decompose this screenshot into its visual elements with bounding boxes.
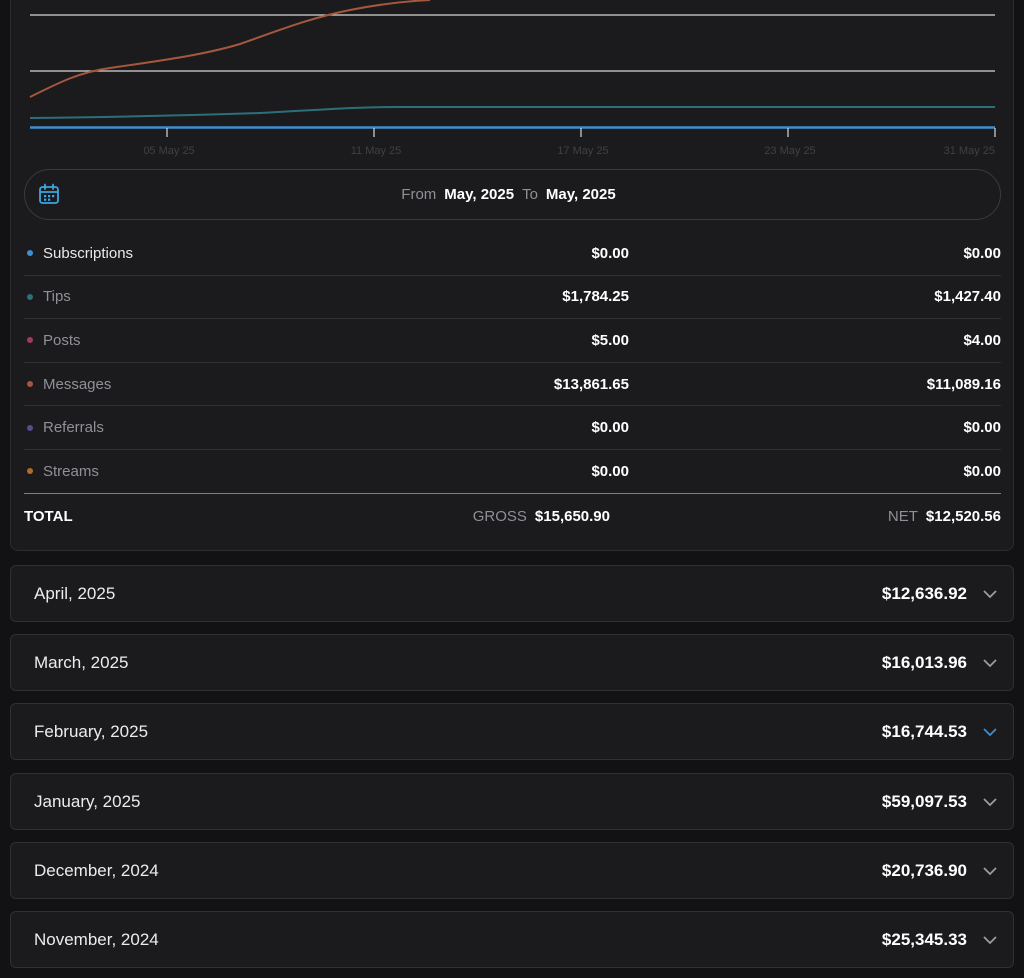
- x-tick-label: 23 May 25: [764, 145, 815, 157]
- total-label: TOTAL: [24, 507, 73, 525]
- month-name: January, 2025: [34, 791, 141, 811]
- x-tick-label: 31 May 25: [944, 145, 995, 157]
- x-axis-ticks: 05 May 25 11 May 25 17 May 25 23 May 25 31 M…: [143, 128, 996, 157]
- category-net: $0.00: [963, 462, 1001, 480]
- category-gross: $0.00: [591, 462, 629, 480]
- month-row-december-2024[interactable]: December, 2024 $20,736.90: [10, 842, 1014, 899]
- net-label: NET: [887, 507, 918, 525]
- category-gross: $13,861.65: [553, 375, 629, 393]
- category-net: $11,089.16: [926, 375, 1001, 393]
- gross-value: $15,650.90: [534, 507, 610, 525]
- to-value[interactable]: May, 2025: [546, 186, 616, 203]
- chevron-down-icon[interactable]: [981, 931, 999, 949]
- month-total: $12,636.92: [881, 583, 967, 603]
- chevron-down-icon[interactable]: [981, 793, 999, 811]
- category-gross: $0.00: [591, 419, 629, 437]
- category-name: Posts: [43, 331, 81, 349]
- total-row: TOTAL GROSS $15,650.90 NET $12,520.56: [24, 494, 1001, 538]
- from-value[interactable]: May, 2025: [444, 186, 514, 203]
- category-row-messages: Messages $13,861.65 $11,089.16: [24, 363, 1001, 407]
- subscriptions-dot: [27, 250, 33, 257]
- to-label: To: [522, 186, 538, 203]
- posts-dot: [27, 337, 33, 344]
- category-row-tips: Tips $1,784.25 $1,427.40: [24, 276, 1001, 320]
- category-name: Messages: [43, 375, 112, 393]
- month-total: $59,097.53: [881, 791, 967, 811]
- streams-dot: [27, 468, 33, 475]
- month-name: March, 2025: [34, 652, 129, 672]
- month-row-march-2025[interactable]: March, 2025 $16,013.96: [10, 634, 1014, 691]
- month-row-february-2025[interactable]: February, 2025 $16,744.53: [10, 703, 1014, 760]
- category-row-referrals: Referrals $0.00 $0.00: [24, 406, 1001, 450]
- month-row-january-2025[interactable]: January, 2025 $59,097.53: [10, 773, 1014, 830]
- x-tick-label: 11 May 25: [351, 145, 402, 157]
- month-name: April, 2025: [34, 583, 116, 603]
- total-net: NET $12,520.56: [610, 508, 1001, 525]
- category-net: $0.00: [963, 244, 1001, 262]
- from-label: From: [401, 186, 437, 203]
- month-row-november-2024[interactable]: November, 2024 $25,345.33: [10, 911, 1014, 968]
- x-tick-label: 17 May 25: [557, 145, 608, 157]
- category-name: Subscriptions: [43, 244, 134, 262]
- month-total: $16,013.96: [881, 652, 967, 672]
- month-name: December, 2024: [34, 860, 159, 880]
- tips-series-line: [29, 106, 995, 119]
- category-name: Tips: [43, 288, 71, 306]
- calendar-icon[interactable]: [37, 182, 61, 206]
- net-value: $12,520.56: [925, 507, 1001, 525]
- chevron-down-icon[interactable]: [981, 585, 999, 603]
- category-net: $0.00: [963, 419, 1001, 437]
- referrals-dot: [27, 424, 33, 431]
- category-gross: $5.00: [591, 331, 629, 349]
- month-name: November, 2024: [34, 929, 159, 949]
- gross-label: GROSS: [472, 507, 527, 525]
- month-row-april-2025[interactable]: April, 2025 $12,636.92: [10, 565, 1014, 622]
- messages-dot: [27, 381, 33, 388]
- category-row-subscriptions: Subscriptions $0.00 $0.00: [24, 232, 1001, 276]
- month-name: February, 2025: [34, 721, 149, 741]
- date-range-selector[interactable]: From May, 2025 To May, 2025: [24, 169, 1001, 220]
- month-total: $20,736.90: [881, 860, 967, 880]
- month-total: $25,345.33: [881, 929, 967, 949]
- earnings-chart: 05 May 25 11 May 25 17 May 25 23 May 25 31 M…: [29, 0, 996, 157]
- category-net: $4.00: [963, 331, 1001, 349]
- category-gross: $0.00: [591, 244, 629, 262]
- category-gross: $1,784.25: [562, 288, 629, 306]
- chevron-down-icon[interactable]: [981, 654, 999, 672]
- category-row-streams: Streams $0.00 $0.00: [24, 450, 1001, 494]
- category-name: Streams: [43, 462, 99, 480]
- chevron-down-icon[interactable]: [981, 723, 999, 741]
- category-table: Subscriptions $0.00 $0.00 Tips $1,784.25…: [24, 232, 1001, 494]
- category-row-posts: Posts $5.00 $4.00: [24, 319, 1001, 363]
- total-gross: GROSS $15,650.90: [464, 508, 610, 525]
- category-name: Referrals: [43, 419, 104, 437]
- category-net: $1,427.40: [934, 288, 1001, 306]
- tips-dot: [27, 293, 33, 300]
- x-tick-label: 05 May 25: [143, 145, 194, 157]
- month-total: $16,744.53: [881, 721, 967, 741]
- chevron-down-icon[interactable]: [981, 862, 999, 880]
